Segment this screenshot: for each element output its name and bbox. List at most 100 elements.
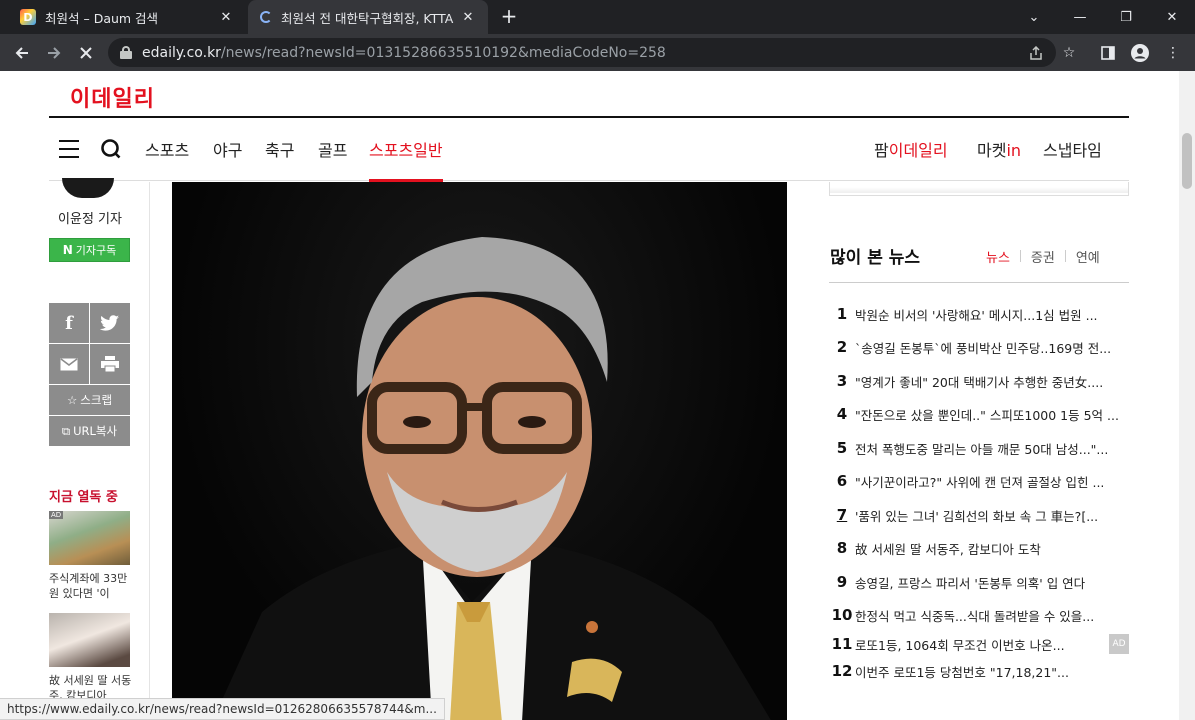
stop-icon <box>80 47 92 59</box>
list-item[interactable]: 2 `송영길 돈봉투`에 풍비박산 민주당..169명 전... <box>829 336 1129 358</box>
hot-reading-title: 지금 열독 중 <box>49 490 118 505</box>
divider <box>829 282 1129 283</box>
twitter-share-button[interactable] <box>90 303 130 343</box>
rank-number: 12 <box>831 662 853 680</box>
list-item[interactable]: 6 "사기꾼이라고?" 사위에 캔 던져 골절상 입힌 ... <box>829 470 1129 492</box>
left-rail: 이윤정 기자 N 기자구독 f ☆ 스크랩 ⧉ URL복사 지금 열독 중 AD 주식… <box>0 178 150 720</box>
rank-number: 2 <box>836 338 848 356</box>
side-panel-icon[interactable] <box>1097 42 1119 64</box>
portrait-image <box>212 237 771 720</box>
tab-title: 최원석 전 대한탁구협회장, KTTA <box>281 10 454 26</box>
nav-snaptime[interactable]: 스냅타임 <box>1043 137 1102 161</box>
divider <box>1064 250 1066 262</box>
nav-pam-edaily[interactable]: 팜이데일리 <box>874 137 948 161</box>
nav-sports-general[interactable]: 스포츠일반 <box>369 137 443 182</box>
article-photo <box>172 182 787 720</box>
rank-number: 8 <box>836 539 848 557</box>
profile-icon[interactable] <box>1129 42 1151 64</box>
rank-number: 1 <box>836 305 848 323</box>
rank-number: 11 <box>831 635 853 653</box>
bookmark-star-icon[interactable]: ☆ <box>1058 42 1080 64</box>
subscribe-button[interactable]: N 기자구독 <box>49 238 130 262</box>
tab-search-icon[interactable]: ⌄ <box>1011 0 1057 34</box>
list-item[interactable]: 8 故 서세원 딸 서동주, 캄보디아 도착 <box>829 537 1129 559</box>
external-link-icon: ⧉ <box>61 423 71 438</box>
list-item[interactable]: 10 한정식 먹고 식중독...식대 돌려받을 수 있을... <box>829 604 1129 626</box>
hamburger-menu-icon[interactable] <box>59 140 79 158</box>
tab-entertainment[interactable]: 연예 <box>1076 247 1100 266</box>
menu-kebab-icon[interactable]: ⋮ <box>1162 42 1184 64</box>
facebook-share-button[interactable]: f <box>49 303 89 343</box>
rank-headline[interactable]: 로또1등, 1064회 무조건 이번호 나온... <box>855 635 1103 654</box>
star-outline-icon: ☆ <box>66 393 78 407</box>
ranking-tabs: 뉴스 증권 연예 <box>986 247 1100 266</box>
rank-headline[interactable]: "영계가 좋네" 20대 택배기사 추행한 중년女.... <box>855 372 1129 391</box>
loading-spinner-icon <box>260 11 272 23</box>
list-item[interactable]: 12 이번주 로또1등 당첨번호 "17,18,21"... <box>829 660 1129 682</box>
rank-headline[interactable]: 이번주 로또1등 당첨번호 "17,18,21"... <box>855 662 1129 681</box>
browser-tab-daum[interactable]: D 최원석 – Daum 검색 ✕ <box>8 0 246 34</box>
stop-button[interactable] <box>74 41 98 65</box>
close-icon[interactable]: ✕ <box>218 10 234 25</box>
url-copy-button[interactable]: ⧉ URL복사 <box>49 416 130 446</box>
vertical-scrollbar[interactable] <box>1179 71 1195 720</box>
browser-tab-edaily[interactable]: 최원석 전 대한탁구협회장, KTTA ✕ <box>248 0 488 34</box>
restore-button[interactable]: ❐ <box>1103 0 1149 34</box>
rank-number: 6 <box>836 472 848 490</box>
rank-headline[interactable]: 전처 폭행도중 말리는 아들 깨문 50대 남성..."... <box>855 439 1129 458</box>
rank-headline[interactable]: 한정식 먹고 식중독...식대 돌려받을 수 있을... <box>855 606 1129 625</box>
address-bar[interactable]: edaily.co.kr/news/read?newsId=0131528663… <box>108 38 1056 67</box>
list-item[interactable]: 9 송영길, 프랑스 파리서 '돈봉투 의혹' 입 연다 <box>829 571 1129 593</box>
tab-stocks[interactable]: 증권 <box>1031 247 1055 266</box>
ad-badge: AD <box>49 511 64 519</box>
rank-headline[interactable]: 박원순 비서의 '사랑해요' 메시지...1심 법원 ... <box>855 305 1129 324</box>
new-tab-button[interactable]: + <box>498 6 520 28</box>
mail-icon <box>60 357 78 370</box>
hot-item-thumbnail[interactable] <box>49 613 130 667</box>
rank-headline[interactable]: "사기꾼이라고?" 사위에 캔 던져 골절상 입힌 ... <box>855 472 1129 491</box>
url-text: edaily.co.kr/news/read?newsId=0131528663… <box>142 44 666 61</box>
site-logo[interactable]: 이데일리 <box>70 81 155 113</box>
hot-item-text[interactable]: 주식계좌에 33만원 있다면 '이 <box>49 571 133 601</box>
list-item[interactable]: 11 로또1등, 1064회 무조건 이번호 나온... AD <box>829 633 1129 655</box>
list-item[interactable]: 7 '품위 있는 그녀' 김희선의 화보 속 그 車는?[... <box>829 504 1129 526</box>
rank-headline[interactable]: '품위 있는 그녀' 김희선의 화보 속 그 車는?[... <box>855 506 1129 525</box>
list-item[interactable]: 1 박원순 비서의 '사랑해요' 메시지...1심 법원 ... <box>829 303 1129 325</box>
rank-headline[interactable]: `송영길 돈봉투`에 풍비박산 민주당..169명 전... <box>855 338 1129 357</box>
list-item[interactable]: 5 전처 폭행도중 말리는 아들 깨문 50대 남성..."... <box>829 437 1129 459</box>
facebook-icon: f <box>65 312 73 334</box>
scrap-button[interactable]: ☆ 스크랩 <box>49 385 130 415</box>
rank-number: 9 <box>836 573 848 591</box>
nav-soccer[interactable]: 축구 <box>265 137 294 161</box>
rank-headline[interactable]: 송영길, 프랑스 파리서 '돈봉투 의혹' 입 연다 <box>855 573 1129 592</box>
rank-number: 4 <box>836 405 848 423</box>
web-page: 이데일리 스포츠 야구 축구 골프 스포츠일반 팜이데일리 마켓in 스냅타임 … <box>0 71 1179 720</box>
nav-market-in[interactable]: 마켓in <box>977 137 1021 161</box>
forward-button[interactable] <box>42 41 66 65</box>
close-icon[interactable]: ✕ <box>460 10 476 25</box>
printer-icon <box>101 356 119 372</box>
window-close-button[interactable]: ✕ <box>1149 0 1195 34</box>
minimize-button[interactable]: — <box>1057 0 1103 34</box>
rank-number: 5 <box>836 439 848 457</box>
ad-thumbnail[interactable]: AD <box>49 511 130 565</box>
reporter-name[interactable]: 이윤정 기자 <box>49 208 131 227</box>
rank-headline[interactable]: "잔돈으로 샀을 뿐인데.." 스피또1000 1등 5억 ... <box>855 405 1129 424</box>
tab-news[interactable]: 뉴스 <box>986 247 1010 266</box>
print-button[interactable] <box>90 344 130 384</box>
list-item[interactable]: 3 "영계가 좋네" 20대 택배기사 추행한 중년女.... <box>829 370 1129 392</box>
nav-baseball[interactable]: 야구 <box>213 137 242 161</box>
browser-toolbar: edaily.co.kr/news/read?newsId=0131528663… <box>0 34 1195 71</box>
list-item[interactable]: 4 "잔돈으로 샀을 뿐인데.." 스피또1000 1등 5억 ... <box>829 403 1129 425</box>
nav-golf[interactable]: 골프 <box>318 137 347 161</box>
share-icon[interactable] <box>1026 43 1046 63</box>
search-icon[interactable] <box>100 138 121 159</box>
twitter-icon <box>100 315 119 331</box>
back-button[interactable] <box>10 41 34 65</box>
rank-headline[interactable]: 故 서세원 딸 서동주, 캄보디아 도착 <box>855 539 1129 558</box>
link-status-bar: https://www.edaily.co.kr/news/read?newsI… <box>0 698 445 720</box>
tab-title: 최원석 – Daum 검색 <box>45 10 159 26</box>
nav-sports[interactable]: 스포츠 <box>145 137 189 161</box>
email-share-button[interactable] <box>49 344 89 384</box>
scrollbar-thumb[interactable] <box>1182 133 1192 189</box>
